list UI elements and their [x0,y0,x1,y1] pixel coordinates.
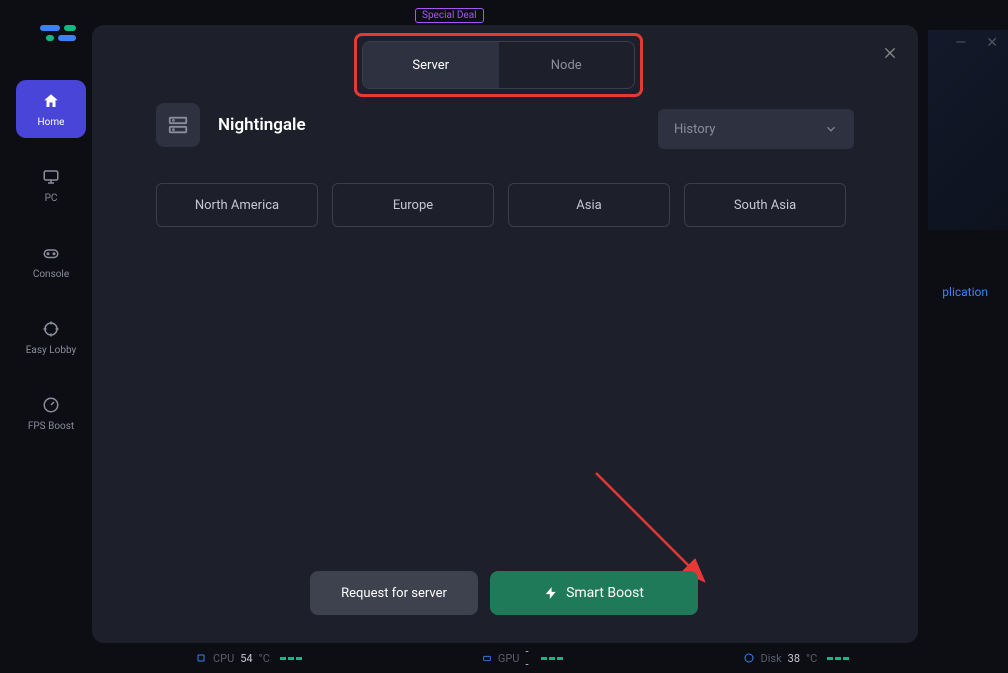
status-cpu: CPU 54 °C [195,652,302,665]
chevron-down-icon [824,122,838,136]
sidebar-item-label: Easy Lobby [26,345,77,356]
sidebar-item-console[interactable]: Console [16,232,86,290]
server-icon [156,103,200,147]
status-gpu: GPU -- [482,645,563,671]
sidebar: Home PC Console Easy Lobby FPS Boost [16,80,86,442]
history-label: History [674,122,715,137]
sidebar-item-home[interactable]: Home [16,80,86,138]
sidebar-item-label: PC [45,193,58,204]
game-title: Nightingale [218,115,306,135]
region-south-asia[interactable]: South Asia [684,183,846,227]
boost-label: Smart Boost [566,585,644,601]
modal-close-button[interactable] [880,43,900,63]
gamepad-icon [41,243,61,263]
bolt-icon [544,586,558,600]
sidebar-item-label: Console [33,269,69,280]
tab-highlight-annotation [354,33,643,97]
home-icon [41,91,61,111]
server-selection-modal: Server Node Nightingale History North Am… [92,25,918,643]
region-north-america[interactable]: North America [156,183,318,227]
sidebar-item-easy-lobby[interactable]: Easy Lobby [16,308,86,366]
sidebar-item-pc[interactable]: PC [16,156,86,214]
region-asia[interactable]: Asia [508,183,670,227]
smart-boost-button[interactable]: Smart Boost [490,571,698,615]
sidebar-item-label: FPS Boost [28,421,74,432]
gpu-icon [482,652,492,664]
sidebar-item-fps-boost[interactable]: FPS Boost [16,384,86,442]
region-europe[interactable]: Europe [332,183,494,227]
history-dropdown[interactable]: History [658,109,854,149]
background-link[interactable]: plication [942,285,988,299]
cpu-icon [195,652,207,664]
special-deal-badge: Special Deal [415,8,484,23]
request-server-button[interactable]: Request for server [310,571,478,615]
background-game-art [928,30,1008,230]
status-bar: CPU 54 °C GPU -- Disk 38 °C Memory 75 % [0,643,1008,673]
monitor-icon [41,167,61,187]
status-disk: Disk 38 °C [743,652,850,665]
disk-icon [743,652,755,664]
app-logo [40,25,80,55]
target-icon [41,319,61,339]
sidebar-item-label: Home [38,117,65,128]
gauge-icon [41,395,61,415]
